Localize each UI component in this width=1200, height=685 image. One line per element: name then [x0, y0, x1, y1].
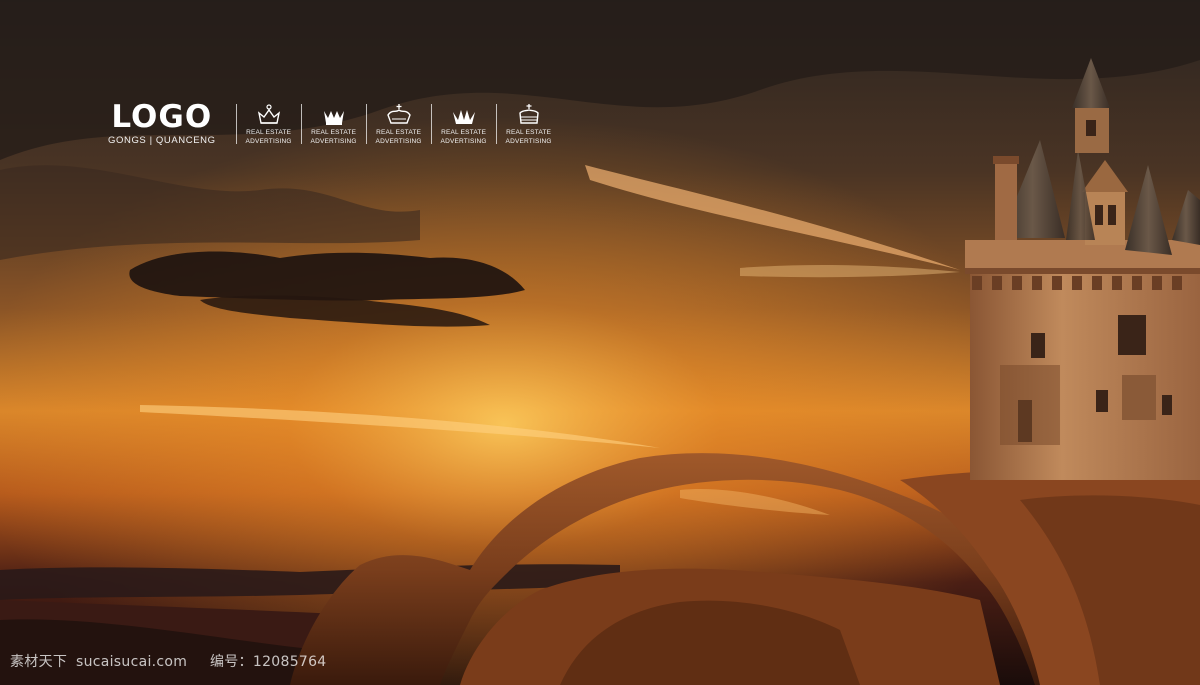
hero-banner: LOGO GONGS | QUANCENG REAL ESTATE ADVERT… [0, 0, 1200, 685]
badge-real-estate-2: REAL ESTATE ADVERTISING [302, 103, 366, 145]
brand-header: LOGO GONGS | QUANCENG REAL ESTATE ADVERT… [108, 100, 561, 148]
badge-label: REAL ESTATE [506, 129, 552, 136]
crown-icon [518, 104, 539, 124]
badge-label: ADVERTISING [375, 138, 422, 145]
watermark-id-number: 12085764 [252, 654, 327, 670]
badge-label: REAL ESTATE [246, 129, 292, 136]
badge-real-estate-1: REAL ESTATE ADVERTISING [237, 103, 301, 145]
badge-label: ADVERTISING [505, 138, 552, 145]
badge-label: REAL ESTATE [441, 129, 487, 136]
badge-real-estate-3: REAL ESTATE ADVERTISING [367, 103, 431, 145]
crown-icon [386, 104, 411, 124]
logo-text: LOGO [111, 99, 213, 135]
badge-label: ADVERTISING [440, 138, 487, 145]
crown-icon [452, 110, 475, 124]
watermark-site-name: 素材天下 [10, 654, 68, 670]
watermark-id-label: 编号： [209, 654, 253, 670]
badge-real-estate-4: REAL ESTATE ADVERTISING [432, 103, 496, 145]
logo-subtext: GONGS | QUANCENG [108, 135, 216, 146]
badge-label: REAL ESTATE [311, 129, 357, 136]
watermark-site-url: sucaisucai.com [75, 654, 188, 670]
logo[interactable]: LOGO GONGS | QUANCENG [108, 101, 216, 147]
badge-label: ADVERTISING [310, 138, 357, 145]
crown-icon [323, 111, 344, 125]
badge-real-estate-5: REAL ESTATE ADVERTISING [497, 103, 561, 145]
crown-icon [257, 104, 280, 124]
badge-label: REAL ESTATE [376, 129, 422, 136]
watermark: 素材天下 sucaisucai.com 编号：12085764 [10, 651, 331, 671]
badge-label: ADVERTISING [245, 138, 292, 145]
